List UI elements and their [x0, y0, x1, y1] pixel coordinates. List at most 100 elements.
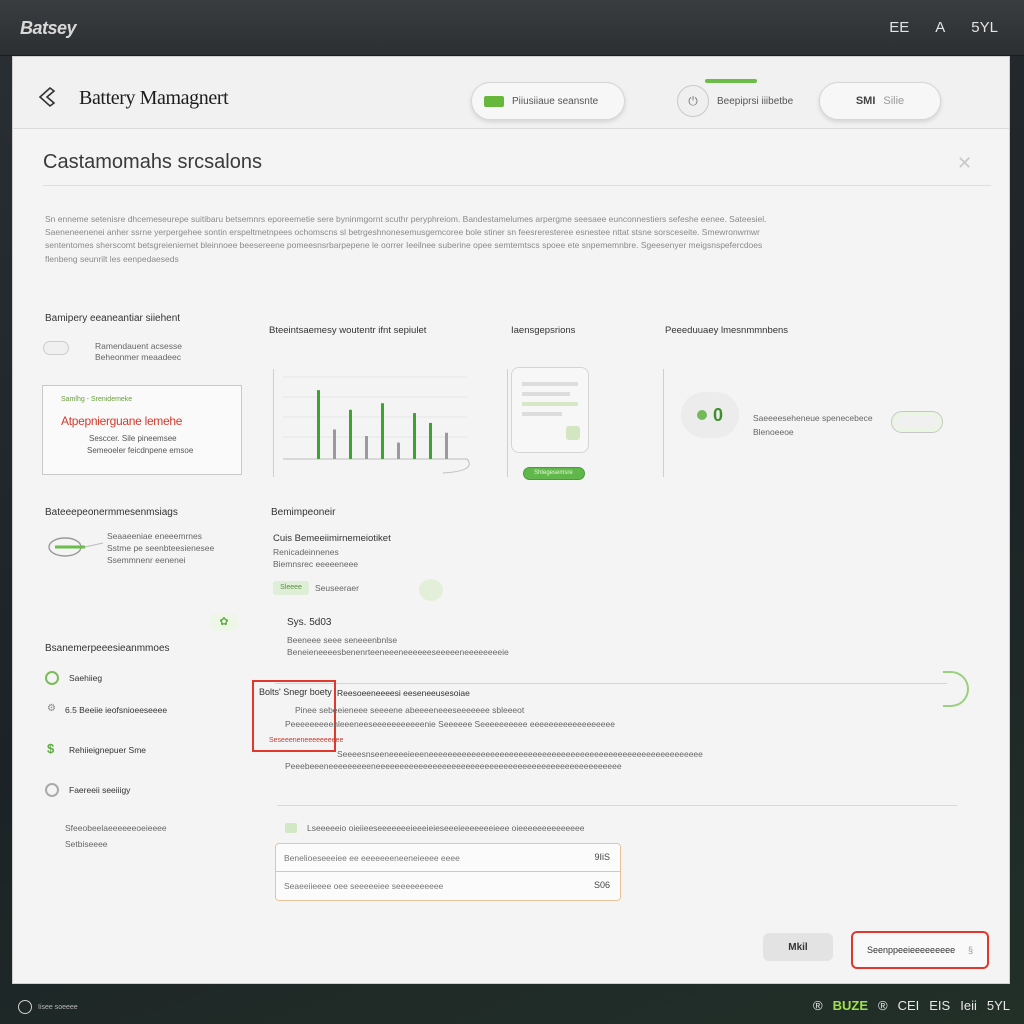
taskbar-start[interactable]: Iisee soeeee	[18, 1000, 78, 1014]
temperature-value: 0	[712, 404, 723, 425]
chart-title: Bteeintsaemesy woutentr ifnt sepiulet	[269, 325, 427, 336]
scroll-hook-icon[interactable]	[943, 671, 969, 707]
detail-row-line2: Peeeeeeeeenleeeneeseeeeeeeeeeenie Seeeee…	[285, 719, 615, 729]
chart-left-rule	[273, 369, 274, 477]
battery-icon	[45, 783, 59, 797]
start-icon	[18, 1000, 32, 1014]
divider	[277, 805, 957, 806]
chart-baseline	[283, 458, 470, 474]
battery-chip-icon	[484, 95, 504, 107]
left-list-item[interactable]: $ Rehiieignepuer Sme	[45, 741, 225, 761]
app-title: Battery Mamagnert	[79, 87, 229, 109]
power-left-rule	[507, 369, 508, 477]
info-line: Lseeeeeio oieiieeseeeeeeeieeeieieseeeiee…	[307, 823, 585, 833]
battery-status-sub2: Beheonmer meaadeec	[95, 352, 182, 362]
chart-bar	[413, 413, 416, 459]
app-header: Battery Mamagnert Piiusiiaue seansnte ⏻ …	[13, 57, 1009, 129]
temperature-toggle[interactable]	[891, 411, 943, 433]
tray-item-syl[interactable]: 5YL	[971, 19, 998, 36]
left-list-item-label: 6.5 Beeiie ieofsnioeeseeee	[65, 705, 168, 715]
charging-indicator	[419, 579, 443, 601]
os-brand-logo: Batsey	[20, 18, 77, 38]
chart-bar	[445, 432, 448, 459]
cable-icon	[48, 537, 104, 557]
table-row[interactable]: Seaeeiieeee oee seeeeeiee seeeeeeeeee S0…	[276, 872, 620, 900]
tray-registered-icon[interactable]: ®	[813, 998, 823, 1013]
battery-small-icon	[43, 341, 69, 355]
table-cell-value: S06	[593, 880, 610, 890]
detail-value-line1: Beeneee seee seneeenbnlse	[287, 635, 398, 645]
chart-bar	[365, 436, 368, 459]
close-icon[interactable]: ✕	[957, 153, 972, 174]
charging-line1: Cuis Bemeeiimirnemeiotiket	[273, 533, 391, 544]
chart-bar	[333, 429, 336, 459]
power-heading: Iaensgepsrions	[511, 325, 576, 336]
charging-chip-after: Seuseeraer	[315, 583, 359, 593]
cancel-button[interactable]: Mkil	[763, 933, 833, 961]
charging-heading: Bemimpeoneir	[271, 507, 336, 518]
apply-button-label: Seenppeeieeeeeeeee	[867, 945, 956, 955]
optimization-line2: Sstme pe seenbteesienesee	[107, 543, 215, 553]
detail-row-label: Bolts' Snegr boety	[259, 687, 332, 697]
chart-bar	[349, 409, 352, 459]
chart-bar	[397, 442, 400, 459]
detail-row-line4: Peeebeeeneeeeeeeeeneeeeeeeeeeeeeeeeeeeee…	[285, 761, 622, 771]
tray-item-ee[interactable]: EE	[889, 19, 909, 36]
detail-row-red: Seseeeneneeeeeeeeee	[269, 737, 344, 744]
tray-registered-icon[interactable]: ®	[878, 998, 888, 1013]
temperature-heading: Peeeduuaey lmesnmmnbens	[665, 325, 789, 336]
left-list-item[interactable]: Faereeii seeiiigy	[45, 781, 225, 801]
tray-item-a[interactable]: A	[935, 19, 945, 36]
header-mode-pill[interactable]: SMI Silie	[819, 82, 941, 120]
apply-button[interactable]: Seenppeeieeeeeeeee §	[851, 931, 989, 969]
tray-item[interactable]: 5YL	[987, 998, 1010, 1013]
power-mode-button[interactable]: Shtegesemsre	[523, 467, 585, 480]
charging-chip[interactable]: Sleeee	[273, 581, 309, 595]
battery-status-heading: Bamipery eeaneantiar siiehent	[45, 313, 181, 324]
power-mode-button-label: Shtegesemsre	[534, 470, 573, 476]
left-list-item-label: Faereeii seeiiigy	[69, 785, 131, 795]
tray-item[interactable]: EIS	[929, 998, 950, 1013]
gear-icon: ⚙	[47, 703, 56, 714]
os-top-bar: Batsey EE A 5YL	[0, 0, 1024, 56]
optimization-heading: Bateeepeonermmesenmsiags	[45, 507, 178, 518]
header-battery-pill[interactable]: Piiusiiaue seansnte	[471, 82, 625, 120]
power-card[interactable]	[511, 367, 589, 453]
tray-item[interactable]: CEI	[898, 998, 920, 1013]
back-icon[interactable]	[35, 85, 59, 109]
summary-table: Benelioeseeeiee ee eeeeeeeneeneieeee eee…	[275, 843, 621, 901]
table-cell-value: 9IiS	[594, 852, 610, 862]
status-dot-icon	[696, 410, 707, 420]
left-list-item-label: Saehiieg	[69, 673, 103, 683]
chart-bar	[381, 403, 384, 459]
header-mode-value: SMI	[855, 95, 876, 107]
header-profile-label: Beepiprsi iiibetbe	[717, 95, 794, 107]
detail-row-line1: Pinee sebeeieneee seeeene abeeeeneeeseee…	[295, 705, 525, 715]
left-list-footer1: Sfeeobeelaeeeeeeoeieeee	[65, 823, 167, 833]
temperature-left-rule	[663, 369, 664, 477]
optimization-line3: Ssemmnenr eenenei	[107, 555, 186, 565]
taskbar-left-label: Iisee soeeee	[38, 1003, 78, 1011]
taskbar: Iisee soeeee ® BUZE ® CEI EIS Ieii 5YL	[0, 992, 1024, 1024]
plug-icon: $	[47, 741, 55, 756]
optimization-line1: Seaaeeniae eneeemrnes	[107, 531, 202, 541]
charging-line2: Renicadeinnenes	[273, 547, 339, 557]
dialog-title: Castamomahs srcsalons	[43, 151, 262, 173]
table-row[interactable]: Benelioeseeeiee ee eeeeeeeneeneieeee eee…	[276, 844, 620, 872]
tray-battery-status[interactable]: BUZE	[833, 998, 868, 1013]
temperature-badge: 0	[681, 392, 739, 438]
header-profile-pill[interactable]: ⏻ Beepiprsi iiibetbe	[665, 82, 819, 120]
left-list-item[interactable]: Saehiieg	[45, 669, 225, 689]
divider	[43, 185, 991, 186]
usage-bar-chart	[283, 376, 470, 474]
detail-value-heading: Sys. 5d03	[287, 617, 332, 628]
detail-row-line3: Seeeesnseeneeeeieeeneeeeeeeeeeeeeeeeeeee…	[337, 749, 703, 759]
table-cell-label: Seaeeiieeee oee seeeeeiee seeeeeeeeee	[284, 881, 444, 891]
tray-item[interactable]: Ieii	[960, 998, 977, 1013]
leaf-icon	[45, 671, 59, 685]
detail-row-text: Reesoeeneeeesi eeseneeusesoiae	[337, 688, 470, 698]
left-list-item[interactable]: ⚙ 6.5 Beeiie ieofsnioeeseeee	[45, 701, 225, 721]
status-card-title: Atpepnierguane lemehe	[61, 414, 183, 428]
app-window: Battery Mamagnert Piiusiiaue seansnte ⏻ …	[12, 56, 1010, 984]
battery-status-card[interactable]: Samlhg - Srenidemeke Atpepnierguane leme…	[42, 385, 242, 475]
